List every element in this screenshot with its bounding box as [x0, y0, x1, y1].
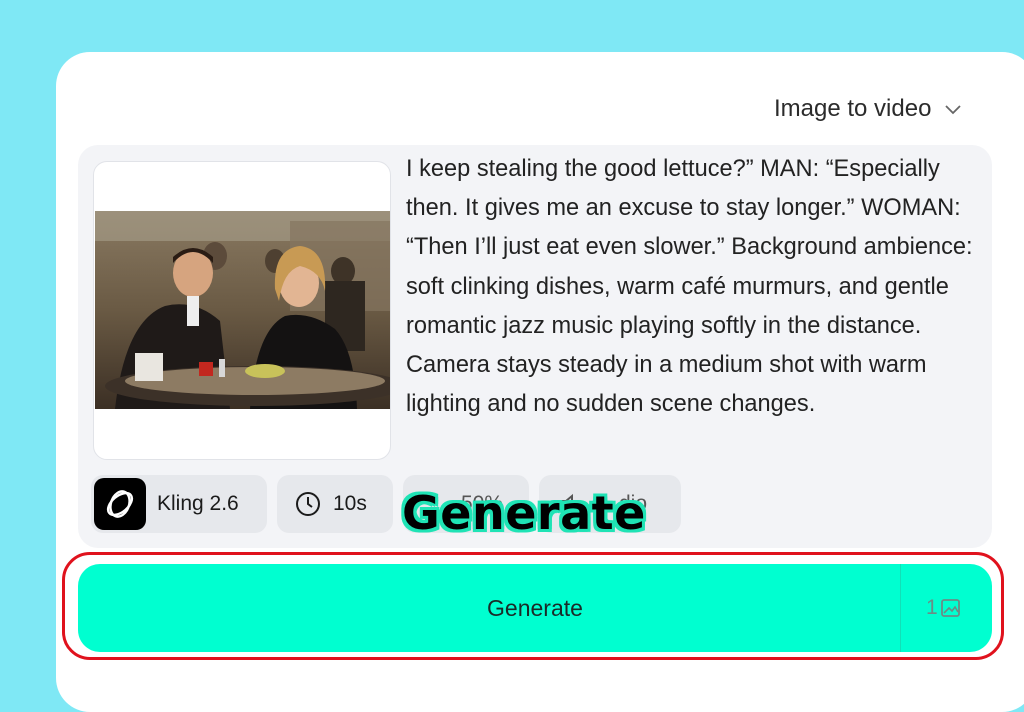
annotation-label: Generate: [402, 486, 646, 540]
prompt-text[interactable]: I keep stealing the good lettuce?” MAN: …: [406, 150, 986, 424]
mode-dropdown-label: Image to video: [774, 95, 932, 122]
chevron-down-icon: [945, 105, 962, 115]
credit-count-value: 1: [926, 596, 938, 619]
image-credit-icon: [940, 599, 960, 617]
clock-icon: [296, 492, 320, 516]
generate-divider: [900, 564, 901, 652]
kling-logo-icon: [94, 478, 146, 530]
duration-label: 10s: [333, 492, 367, 515]
model-label: Kling 2.6: [157, 492, 239, 515]
cafe-couple-image: [95, 211, 390, 409]
credit-count: 1: [926, 564, 962, 652]
reference-image[interactable]: [93, 161, 391, 460]
mode-dropdown[interactable]: Image to video: [774, 93, 963, 125]
duration-selector[interactable]: 10s: [277, 475, 393, 533]
generate-button[interactable]: Generate 1: [78, 564, 992, 652]
model-selector[interactable]: Kling 2.6: [91, 475, 267, 533]
generate-label: Generate: [487, 594, 583, 621]
